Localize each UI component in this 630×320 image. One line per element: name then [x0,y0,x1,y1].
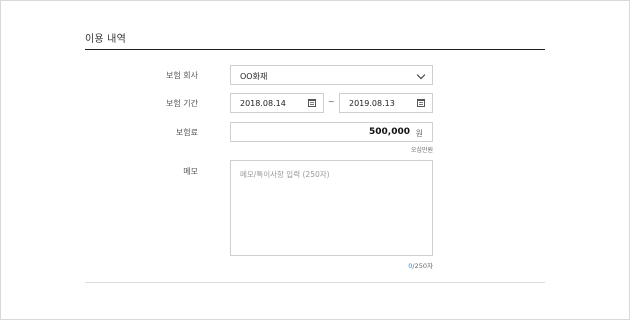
insurer-label: 보험 회사 [166,71,198,80]
title-divider [85,49,545,50]
bottom-divider [85,282,545,283]
premium-label: 보험료 [175,128,198,137]
memo-label: 메모 [183,167,198,176]
memo-char-counter: 0/250자 [380,260,433,270]
chevron-down-icon [416,70,426,80]
memo-textarea[interactable] [231,161,432,255]
calendar-icon[interactable] [308,99,316,107]
premium-input[interactable]: 500,000 원 [230,122,433,142]
premium-amount-in-words: 오십만원 [410,147,433,154]
period-label: 보험 기간 [166,99,198,108]
section-title: 이용 내역 [85,34,126,45]
calendar-icon[interactable] [417,99,425,107]
premium-value: 500,000 [369,127,410,137]
start-date-value: 2018.08.14 [240,99,286,108]
period-separator: ~ [328,97,335,106]
premium-unit: 원 [415,129,423,138]
end-date-value: 2019.08.13 [349,99,395,108]
end-date-field[interactable]: 2019.08.13 [339,93,433,113]
insurer-value: OO화재 [240,72,268,81]
memo-box [230,160,433,256]
start-date-field[interactable]: 2018.08.14 [230,93,324,113]
insurer-select[interactable]: OO화재 [230,65,433,85]
memo-char-limit: /250자 [412,262,433,270]
